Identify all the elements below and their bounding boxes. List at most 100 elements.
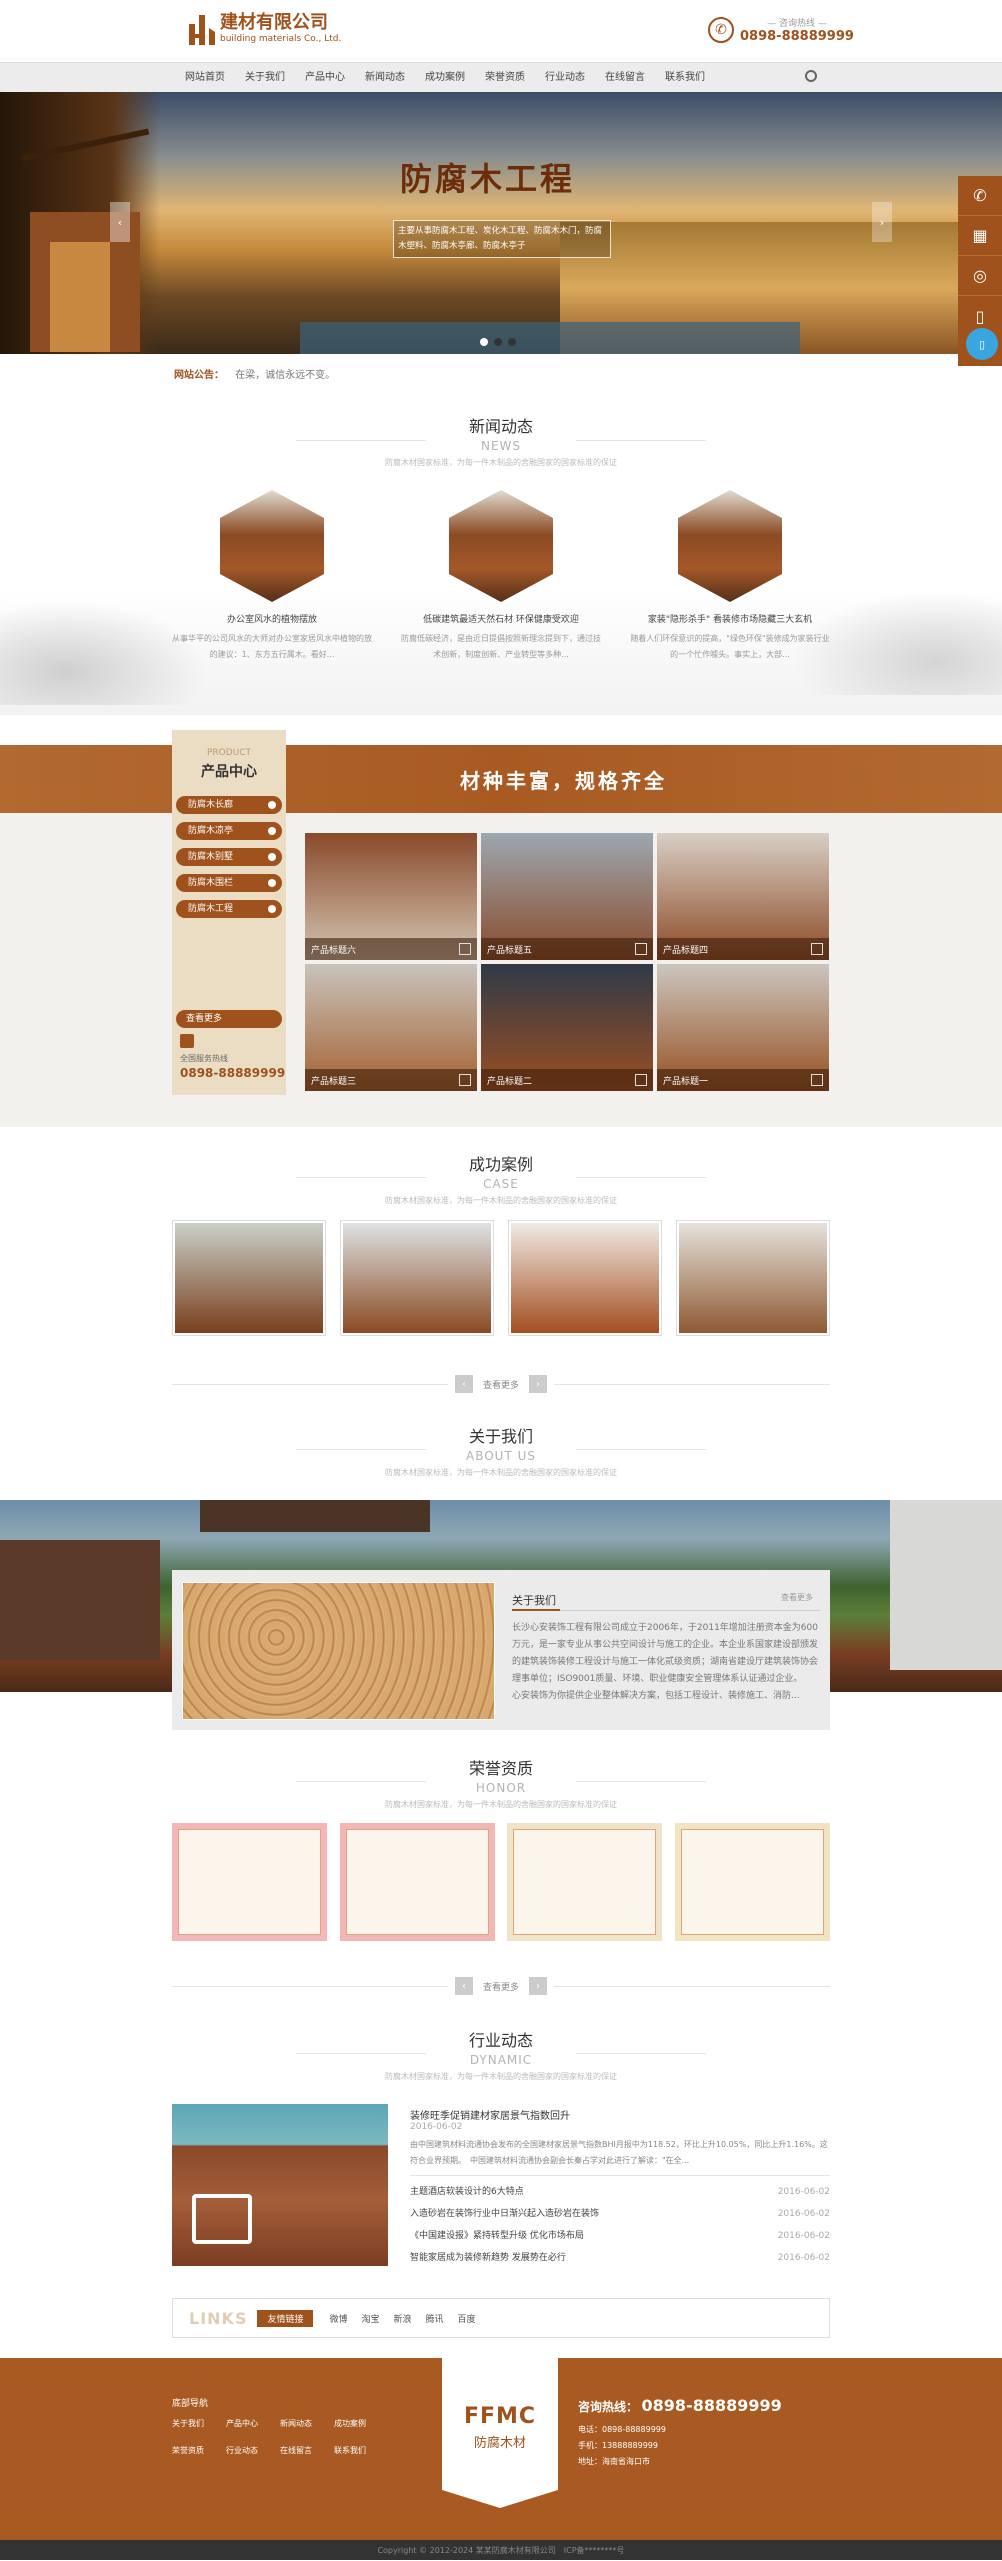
news-item[interactable]: 办公室风水的植物摆放 从事华平的公司风水的大师对办公室家居风水中植物的放的建议：1… [172, 490, 372, 663]
news-item[interactable]: 家装"隐形杀手" 看装修市场隐藏三大玄机 随着人们环保意识的提高，"绿色环保"装修… [630, 490, 830, 663]
footer-nav-item[interactable]: 行业动态 [226, 2445, 280, 2456]
category-item[interactable]: 防腐木长廊 [176, 796, 282, 814]
banner-prev-button[interactable]: ‹ [110, 202, 130, 242]
dynamic-list-item[interactable]: 主题酒店软装设计的6大特点 2016-06-02 [410, 2181, 830, 2203]
sidebar-title-en: PRODUCT [206, 748, 252, 758]
honor-item[interactable] [339, 1823, 495, 1941]
footer-nav-item[interactable]: 新闻动态 [280, 2418, 334, 2429]
honor-item[interactable] [172, 1823, 327, 1941]
product-card[interactable]: 产品标题一 [657, 964, 829, 1091]
news-item-title[interactable]: 家装"隐形杀手" 看装修市场隐藏三大玄机 [630, 612, 830, 625]
case-item[interactable] [340, 1220, 494, 1336]
about-box: 关于我们 查看更多 长沙心安装饰工程有限公司成立于2006年，于2011年增加注… [172, 1570, 830, 1730]
banner-dot[interactable] [508, 338, 516, 346]
honor-item[interactable] [507, 1823, 663, 1941]
zoom-icon[interactable] [635, 943, 647, 955]
honor-list [172, 1823, 830, 1941]
case-item[interactable] [172, 1220, 326, 1336]
honor-item[interactable] [674, 1823, 830, 1941]
news-heading: 新闻动态 NEWS 防腐木材国家标准，为每一件木制品的舍融国家的国家标准的保证 [0, 413, 1002, 468]
category-item[interactable]: 防腐木别墅 [176, 848, 282, 866]
notice-bar: 网站公告： 在梁，诚信永远不变。 [174, 366, 335, 381]
case-item[interactable] [676, 1220, 830, 1336]
honor-title: 荣誉资质 [468, 1759, 533, 1778]
banner-next-button[interactable]: › [872, 202, 892, 242]
nav-item[interactable]: 荣誉资质 [475, 63, 535, 93]
footer-contact-line: 地址：海南省海口市 [578, 2457, 650, 2466]
product-card[interactable]: 产品标题二 [481, 964, 653, 1091]
dynamic-top-title[interactable]: 装修旺季促销建材家居景气指数回升 [410, 2107, 570, 2122]
friend-link[interactable]: 微博 [329, 2312, 347, 2325]
links-bar: LINKS 友情链接 微博 淘宝 新浪 腾讯 百度 [172, 2298, 830, 2338]
company-name-en: building materials Co., Ltd. [220, 34, 342, 44]
nav-item[interactable]: 联系我们 [655, 63, 715, 93]
product-card[interactable]: 产品标题六 [305, 833, 477, 960]
dynamic-item-title: 主题酒店软装设计的6大特点 [410, 2187, 524, 2197]
product-card[interactable]: 产品标题五 [481, 833, 653, 960]
zoom-icon[interactable] [459, 1074, 471, 1086]
product-caption: 产品标题二 [481, 1069, 653, 1091]
case-more-link[interactable]: 查看更多 [483, 1378, 519, 1391]
friend-link[interactable]: 淘宝 [362, 2312, 380, 2325]
case-item[interactable] [508, 1220, 662, 1336]
case-title: 成功案例 [468, 1155, 533, 1174]
footer-nav-item[interactable]: 在线留言 [280, 2445, 334, 2456]
product-card[interactable]: 产品标题四 [657, 833, 829, 960]
footer-nav-item[interactable]: 产品中心 [226, 2418, 280, 2429]
category-item[interactable]: 防腐木围栏 [176, 874, 282, 892]
case-heading: 成功案例 CASE 防腐木材国家标准，为每一件木制品的舍融国家的国家标准的保证 [0, 1151, 1002, 1206]
qrcode-icon[interactable]: ▦ [958, 216, 1002, 256]
logo[interactable]: 建材有限公司 building materials Co., Ltd. [186, 12, 341, 46]
zoom-icon[interactable] [635, 1074, 647, 1086]
footer-hotline-label: 咨询热线： [578, 2400, 639, 2414]
nav-item[interactable]: 行业动态 [535, 63, 595, 93]
honor-more-link[interactable]: 查看更多 [483, 1980, 519, 1993]
sidebar-title: 产品中心 [201, 764, 257, 780]
footer-nav-item[interactable]: 联系我们 [334, 2445, 388, 2456]
dynamic-top-date: 2016-06-02 [410, 2122, 463, 2132]
nav-item[interactable]: 产品中心 [295, 63, 355, 93]
zoom-icon[interactable] [459, 943, 471, 955]
arrow-right-icon [268, 879, 276, 887]
news-item-title[interactable]: 低碳建筑最适天然石材 环保健康受欢迎 [401, 612, 601, 625]
phone-icon[interactable]: ✆ [958, 176, 1002, 216]
dynamic-list-item[interactable]: 入造砂岩在装饰行业中日渐兴起入造砂岩在装饰 2016-06-02 [410, 2203, 830, 2225]
banner-dot[interactable] [480, 338, 488, 346]
footer-nav-item[interactable]: 成功案例 [334, 2418, 388, 2429]
footer-logo-cn: 防腐木材 [473, 2436, 526, 2451]
next-arrow-icon[interactable]: › [528, 1375, 547, 1393]
nav-item[interactable]: 新闻动态 [355, 63, 415, 93]
product-more-button[interactable]: 查看更多 [176, 1010, 282, 1028]
links-tag: 友情链接 [257, 2309, 314, 2327]
product-title: 产品标题三 [311, 1076, 357, 1087]
dynamic-list-item[interactable]: 《中国建设报》紧持转型升级 优化市场布局 2016-06-02 [410, 2225, 830, 2247]
friend-link[interactable]: 新浪 [394, 2312, 412, 2325]
zoom-icon[interactable] [811, 1074, 823, 1086]
product-title: 产品标题二 [487, 1076, 533, 1087]
prev-arrow-icon[interactable]: ‹ [455, 1977, 473, 1995]
message-icon[interactable]: ◎ [958, 256, 1002, 296]
news-item-title[interactable]: 办公室风水的植物摆放 [172, 612, 372, 625]
category-label: 防腐木围栏 [188, 878, 234, 888]
friend-link[interactable]: 百度 [458, 2312, 476, 2325]
footer-nav-item[interactable]: 关于我们 [172, 2418, 226, 2429]
footer-nav-item[interactable]: 荣誉资质 [172, 2445, 226, 2456]
prev-arrow-icon[interactable]: ‹ [455, 1375, 473, 1393]
category-item[interactable]: 防腐木工程 [176, 900, 282, 918]
next-arrow-icon[interactable]: › [528, 1977, 547, 1995]
banner-dot[interactable] [494, 338, 502, 346]
nav-item[interactable]: 在线留言 [595, 63, 655, 93]
dynamic-list-item[interactable]: 智能家居成为装修新趋势 发展势在必行 2016-06-02 [410, 2247, 830, 2269]
about-more-link[interactable]: 查看更多 [781, 1592, 813, 1603]
nav-item[interactable]: 关于我们 [235, 63, 295, 93]
product-card[interactable]: 产品标题三 [305, 964, 477, 1091]
friend-link[interactable]: 腾讯 [426, 2312, 444, 2325]
back-to-top-button[interactable]: ▯ [966, 328, 998, 360]
search-icon[interactable] [805, 70, 817, 82]
news-item[interactable]: 低碳建筑最适天然石材 环保健康受欢迎 防腐低碳经济，是由近日提倡按照新理念提到下，… [401, 490, 601, 663]
nav-item[interactable]: 成功案例 [415, 63, 475, 93]
zoom-icon[interactable] [811, 943, 823, 955]
category-item[interactable]: 防腐木凉亭 [176, 822, 282, 840]
nav-item[interactable]: 网站首页 [175, 63, 235, 93]
main-nav: 网站首页 关于我们 产品中心 新闻动态 成功案例 荣誉资质 行业动态 在线留言 联系我们 [0, 62, 1002, 92]
